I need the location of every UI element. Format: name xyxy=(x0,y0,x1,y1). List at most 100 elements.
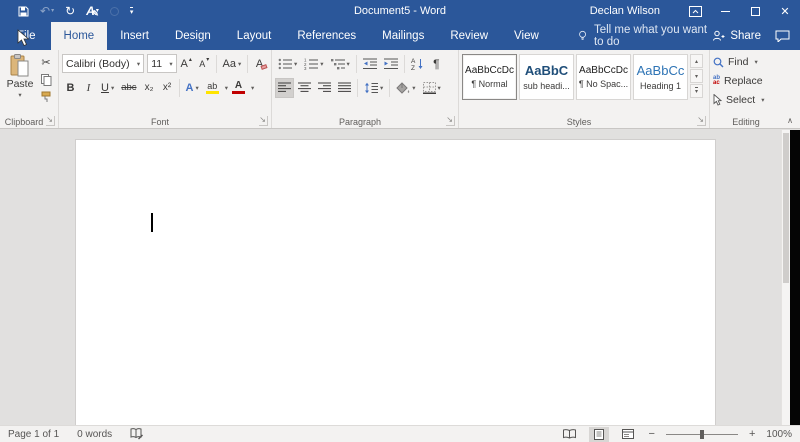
paragraph-group-label: Paragraph xyxy=(272,117,448,127)
styles-scroll-down[interactable]: ▾ xyxy=(690,69,703,83)
font-name-combo[interactable]: Calibri (Body) ▾ xyxy=(62,54,144,73)
multilevel-list-button[interactable]: ▾ xyxy=(328,54,353,74)
copy-button[interactable] xyxy=(37,72,55,87)
replace-icon: abac xyxy=(713,76,720,87)
eraser-icon xyxy=(261,64,268,70)
svg-text:3: 3 xyxy=(304,66,307,70)
close-button[interactable]: ✕ xyxy=(770,0,800,22)
tab-home[interactable]: Home xyxy=(51,22,108,50)
document-area[interactable] xyxy=(0,130,800,425)
font-size-combo[interactable]: 11 ▾ xyxy=(147,54,176,73)
styles-gallery-more[interactable]: ▾ xyxy=(690,84,703,98)
superscript-button[interactable]: x² xyxy=(159,78,176,98)
clipboard-dialog-launcher[interactable]: ↘ xyxy=(46,116,55,126)
italic-button[interactable]: I xyxy=(80,78,97,98)
shrink-font-button[interactable]: A▾ xyxy=(196,54,213,74)
borders-button[interactable]: ▾ xyxy=(420,78,444,98)
tell-me-box[interactable]: Tell me what you want to do xyxy=(578,22,713,50)
align-right-button[interactable] xyxy=(315,78,334,98)
replace-label: Replace xyxy=(724,75,763,87)
vertical-scrollbar[interactable] xyxy=(781,130,790,425)
shading-button[interactable]: ▾ xyxy=(393,78,418,98)
styles-scroll-up[interactable]: ▴ xyxy=(690,54,703,68)
strikethrough-button[interactable]: abc xyxy=(118,78,139,98)
tab-design[interactable]: Design xyxy=(162,22,224,50)
page-indicator[interactable]: Page 1 of 1 xyxy=(8,429,59,440)
cut-button[interactable]: ✂ xyxy=(37,55,55,70)
change-case-button[interactable]: Aa▾ xyxy=(220,54,244,74)
style-tool-icon[interactable]: A✎ ▾ xyxy=(86,5,99,17)
style-no-spacing[interactable]: AaBbCcDc ¶ No Spac... xyxy=(576,54,631,100)
increase-indent-button[interactable] xyxy=(381,54,401,74)
justify-button[interactable] xyxy=(335,78,354,98)
pen-icon: ✎ xyxy=(92,10,99,18)
undo-icon[interactable]: ↶▾ xyxy=(40,5,54,17)
style-normal[interactable]: AaBbCcDc ¶ Normal xyxy=(462,54,517,100)
print-layout-button[interactable] xyxy=(589,427,609,442)
scrollbar-thumb[interactable] xyxy=(783,133,789,283)
tab-insert[interactable]: Insert xyxy=(107,22,162,50)
save-icon[interactable] xyxy=(18,6,29,17)
collapse-ribbon-button[interactable]: ∧ xyxy=(787,116,793,125)
group-clipboard: Paste ▾ ✂ Clipboard ↘ xyxy=(0,50,59,128)
underline-button[interactable]: U▾ xyxy=(98,78,117,98)
touch-mode-icon xyxy=(110,7,119,16)
tab-review[interactable]: Review xyxy=(437,22,501,50)
minimize-button[interactable] xyxy=(710,0,740,22)
format-painter-button[interactable] xyxy=(37,89,55,104)
paragraph-dialog-launcher[interactable]: ↘ xyxy=(446,116,455,126)
bullets-icon xyxy=(278,58,292,70)
zoom-slider[interactable] xyxy=(666,429,738,440)
ribbon-display-options-icon[interactable] xyxy=(680,0,710,22)
select-button[interactable]: Select ▾ xyxy=(713,92,779,108)
grow-font-button[interactable]: A▴ xyxy=(178,54,195,74)
replace-button[interactable]: abac Replace xyxy=(713,73,779,89)
style-preview: AaBbCc xyxy=(637,63,685,78)
sort-button[interactable]: AZ xyxy=(408,54,427,74)
user-name[interactable]: Declan Wilson xyxy=(590,5,660,17)
redo-icon[interactable]: ↻ xyxy=(65,5,75,17)
style-heading-1[interactable]: AaBbCc Heading 1 xyxy=(633,54,688,100)
zoom-in-button[interactable]: + xyxy=(747,428,757,440)
font-color-button[interactable]: A xyxy=(229,78,248,98)
bold-button[interactable]: B xyxy=(62,78,79,98)
customize-qat-icon[interactable]: ▾ xyxy=(130,7,134,16)
numbering-button[interactable]: 123 ▾ xyxy=(301,54,326,74)
multilevel-list-icon xyxy=(331,58,345,70)
styles-dialog-launcher[interactable]: ↘ xyxy=(697,116,706,126)
share-button[interactable]: Share xyxy=(712,30,761,42)
word-count[interactable]: 0 words xyxy=(77,429,112,440)
comments-icon[interactable] xyxy=(775,30,790,42)
web-layout-button[interactable] xyxy=(618,427,638,442)
tab-view[interactable]: View xyxy=(501,22,552,50)
align-left-button[interactable] xyxy=(275,78,294,98)
decrease-indent-button[interactable] xyxy=(360,54,380,74)
zoom-level[interactable]: 100% xyxy=(766,429,792,440)
zoom-thumb[interactable] xyxy=(700,430,704,439)
document-page[interactable] xyxy=(75,139,716,425)
find-button[interactable]: Find ▾ xyxy=(713,54,779,70)
group-styles: AaBbCcDc ¶ Normal AaBbC sub headi... AaB… xyxy=(459,50,710,128)
zoom-out-button[interactable]: − xyxy=(647,428,657,440)
maximize-button[interactable] xyxy=(740,0,770,22)
font-dialog-launcher[interactable]: ↘ xyxy=(259,116,268,126)
text-effects-button[interactable]: A▾ xyxy=(183,78,202,98)
tab-layout[interactable]: Layout xyxy=(224,22,285,50)
select-pointer-icon xyxy=(713,94,722,106)
show-hide-pilcrow-button[interactable]: ¶ xyxy=(428,54,445,74)
bullets-button[interactable]: ▾ xyxy=(275,54,300,74)
clear-formatting-button[interactable]: A xyxy=(251,54,268,74)
paste-button[interactable]: Paste ▾ xyxy=(3,53,37,113)
proofing-icon[interactable] xyxy=(130,428,143,440)
line-spacing-button[interactable]: ▾ xyxy=(361,78,386,98)
align-center-button[interactable] xyxy=(295,78,314,98)
highlight-button[interactable]: ab xyxy=(203,78,222,98)
read-mode-button[interactable] xyxy=(560,427,580,442)
editing-group-label: Editing xyxy=(710,117,782,127)
paste-label: Paste xyxy=(7,78,34,90)
share-label: Share xyxy=(730,30,761,42)
tab-references[interactable]: References xyxy=(284,22,369,50)
tab-mailings[interactable]: Mailings xyxy=(369,22,437,50)
style-subheading[interactable]: AaBbC sub headi... xyxy=(519,54,574,100)
subscript-button[interactable]: x₂ xyxy=(141,78,158,98)
